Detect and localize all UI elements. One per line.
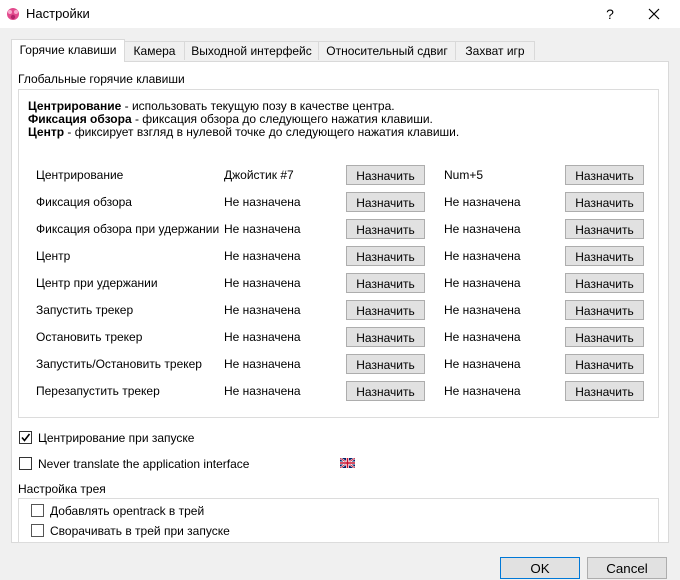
center-at-startup-label: Центрирование при запуске (38, 431, 195, 445)
minimize-to-tray-label: Сворачивать в трей при запуске (50, 524, 230, 538)
assign-primary-button[interactable]: Назначить (346, 219, 425, 239)
window-title: Настройки (26, 6, 90, 21)
hotkey-binding-secondary: Не назначена (444, 303, 521, 317)
hotkey-binding-secondary: Не назначена (444, 276, 521, 290)
hotkey-binding-primary: Не назначена (224, 276, 301, 290)
hotkey-row-start-tracker: Запустить трекер Не назначена Назначить … (36, 300, 648, 320)
minimize-to-tray-checkbox[interactable] (31, 524, 44, 537)
hotkey-name: Запустить/Остановить трекер (36, 357, 202, 371)
assign-primary-button[interactable]: Назначить (346, 246, 425, 266)
hotkey-name: Центр при удержании (36, 276, 158, 290)
hotkey-row-zero: Центр Не назначена Назначить Не назначен… (36, 246, 648, 266)
assign-primary-button[interactable]: Назначить (346, 192, 425, 212)
hotkey-binding-primary: Не назначена (224, 303, 301, 317)
assign-primary-button[interactable]: Назначить (346, 381, 425, 401)
assign-secondary-button[interactable]: Назначить (565, 381, 644, 401)
hotkey-name: Фиксация обзора (36, 195, 132, 209)
assign-primary-button[interactable]: Назначить (346, 165, 425, 185)
assign-primary-button[interactable]: Назначить (346, 327, 425, 347)
tab-hotkeys[interactable]: Горячие клавиши (11, 39, 125, 62)
tab-camera[interactable]: Камера (124, 41, 185, 60)
assign-secondary-button[interactable]: Назначить (565, 192, 644, 212)
add-to-tray-label: Добавлять opentrack в трей (50, 504, 205, 518)
center-at-startup-checkbox[interactable] (19, 431, 32, 444)
assign-secondary-button[interactable]: Назначить (565, 300, 644, 320)
add-to-tray-checkbox[interactable] (31, 504, 44, 517)
assign-secondary-button[interactable]: Назначить (565, 246, 644, 266)
hotkey-row-zero-hold: Центр при удержании Не назначена Назначи… (36, 273, 648, 293)
hotkey-row-freeze: Фиксация обзора Не назначена Назначить Н… (36, 192, 648, 212)
group-title-tray: Настройка трея (18, 482, 106, 496)
hotkey-name: Остановить трекер (36, 330, 143, 344)
hotkey-binding-primary: Не назначена (224, 222, 301, 236)
hotkey-binding-secondary: Не назначена (444, 330, 521, 344)
tab-relative-shift[interactable]: Относительный сдвиг (318, 41, 456, 60)
hotkey-binding-secondary: Не назначена (444, 384, 521, 398)
hotkey-binding-secondary: Не назначена (444, 249, 521, 263)
hotkey-binding-primary: Не назначена (224, 357, 301, 371)
hotkey-row-freeze-hold: Фиксация обзора при удержании Не назначе… (36, 219, 648, 239)
hotkey-binding-primary: Не назначена (224, 249, 301, 263)
tab-game-capture[interactable]: Захват игр (455, 41, 535, 60)
assign-secondary-button[interactable]: Назначить (565, 165, 644, 185)
checkmark-icon (21, 433, 31, 442)
hotkey-binding-primary: Джойстик #7 (224, 168, 294, 182)
assign-secondary-button[interactable]: Назначить (565, 327, 644, 347)
group-title-global-hotkeys: Глобальные горячие клавиши (18, 72, 185, 86)
close-button[interactable] (640, 4, 668, 24)
assign-secondary-button[interactable]: Назначить (565, 273, 644, 293)
assign-primary-button[interactable]: Назначить (346, 354, 425, 374)
ok-button[interactable]: OK (500, 557, 580, 579)
hotkey-binding-primary: Не назначена (224, 195, 301, 209)
hotkey-binding-secondary: Не назначена (444, 357, 521, 371)
hotkey-name: Центрирование (36, 168, 124, 182)
help-button[interactable]: ? (598, 4, 622, 24)
tab-output-interface[interactable]: Выходной интерфейс (184, 41, 319, 60)
hotkey-name: Запустить трекер (36, 303, 134, 317)
hotkey-name: Фиксация обзора при удержании (36, 222, 220, 236)
opentrack-app-icon (7, 8, 19, 20)
assign-secondary-button[interactable]: Назначить (565, 219, 644, 239)
assign-primary-button[interactable]: Назначить (346, 273, 425, 293)
uk-flag-icon (340, 458, 355, 468)
hotkey-row-stop-tracker: Остановить трекер Не назначена Назначить… (36, 327, 648, 347)
hotkey-binding-secondary: Не назначена (444, 195, 521, 209)
close-icon (648, 8, 660, 20)
hotkey-descriptions: Центрирование - использовать текущую поз… (28, 100, 628, 139)
never-translate-label: Never translate the application interfac… (38, 457, 250, 471)
hotkey-name: Перезапустить трекер (36, 384, 160, 398)
description-line: Центр - фиксирует взгляд в нулевой точке… (28, 125, 460, 139)
hotkey-row-restart-tracker: Перезапустить трекер Не назначена Назнач… (36, 381, 648, 401)
assign-primary-button[interactable]: Назначить (346, 300, 425, 320)
hotkey-binding-primary: Не назначена (224, 330, 301, 344)
hotkey-binding-secondary: Не назначена (444, 222, 521, 236)
cancel-button[interactable]: Cancel (587, 557, 667, 579)
hotkey-name: Центр (36, 249, 71, 263)
assign-secondary-button[interactable]: Назначить (565, 354, 644, 374)
hotkey-row-toggle-tracker: Запустить/Остановить трекер Не назначена… (36, 354, 648, 374)
hotkey-row-center: Центрирование Джойстик #7 Назначить Num+… (36, 165, 648, 185)
never-translate-checkbox[interactable] (19, 457, 32, 470)
title-bar: Настройки ? (0, 0, 680, 28)
hotkey-binding-primary: Не назначена (224, 384, 301, 398)
hotkey-binding-secondary: Num+5 (444, 168, 484, 182)
